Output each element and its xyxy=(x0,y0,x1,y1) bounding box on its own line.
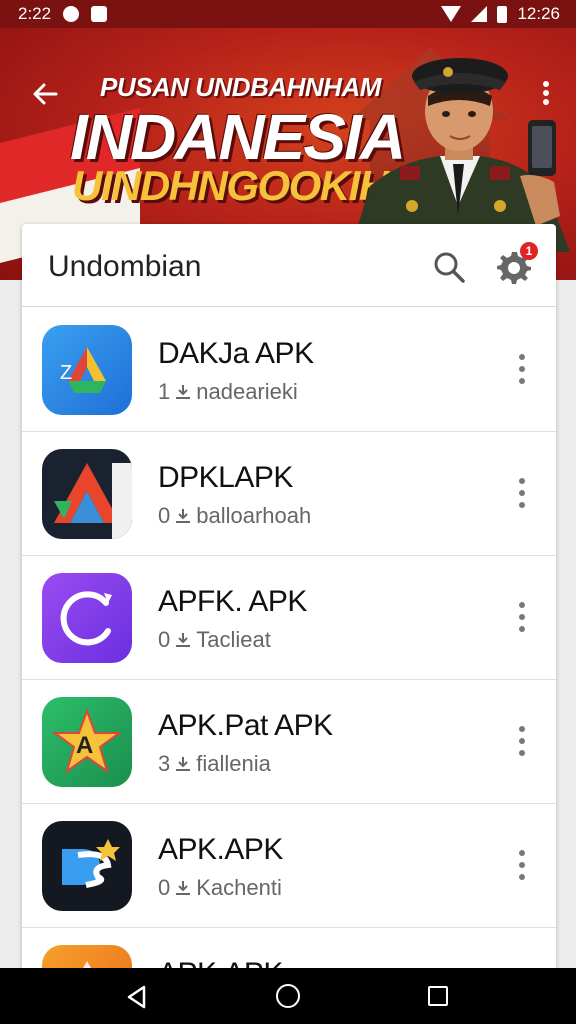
app-subtitle: 0 Taclieat xyxy=(158,627,271,653)
app-detail: Kachenti xyxy=(196,875,282,900)
nav-back-icon[interactable] xyxy=(124,984,150,1010)
card-header: Undombian 1 xyxy=(22,224,556,307)
download-icon xyxy=(176,385,191,399)
download-icon xyxy=(176,633,191,647)
app-detail: fiallenia xyxy=(196,751,271,776)
app-name: APK.APK xyxy=(158,833,283,866)
drive-style-icon: Z xyxy=(42,325,132,415)
download-count: 3 xyxy=(158,751,171,776)
image-notification-icon xyxy=(91,6,108,22)
ds-logo-icon xyxy=(42,821,132,911)
app-name: DAKJa APK xyxy=(158,337,314,370)
back-arrow-icon[interactable] xyxy=(28,76,64,112)
notification-icon xyxy=(63,6,80,22)
list-item[interactable]: DPKLAPK 0 balloarhoah xyxy=(22,431,556,556)
more-options-icon[interactable] xyxy=(538,78,554,108)
svg-text:A: A xyxy=(76,732,93,759)
app-list-card: Undombian 1 Z DAKJa APK 1 nadearieki DPK… xyxy=(22,224,556,984)
list-item[interactable]: A APK.Pat APK 3 fiallenia xyxy=(22,679,556,804)
download-icon xyxy=(176,881,191,895)
item-menu-icon[interactable] xyxy=(512,475,532,511)
nav-home-icon[interactable] xyxy=(276,984,300,1008)
list-item[interactable]: APFK. APK 0 Taclieat xyxy=(22,555,556,680)
download-icon xyxy=(176,757,191,771)
app-subtitle: 0 balloarhoah xyxy=(158,503,311,529)
download-count: 0 xyxy=(158,875,171,900)
system-nav-bar xyxy=(0,968,576,1024)
status-bar: 2:22 12:26 xyxy=(0,0,576,28)
app-name: DPKLAPK xyxy=(158,461,293,494)
item-menu-icon[interactable] xyxy=(512,351,532,387)
svg-text:Z: Z xyxy=(60,362,72,384)
purple-c-icon xyxy=(42,573,132,663)
wifi-icon xyxy=(441,6,462,22)
settings-button[interactable]: 1 xyxy=(494,242,538,286)
notification-badge: 1 xyxy=(520,242,538,260)
app-detail: Taclieat xyxy=(196,627,271,652)
app-subtitle: 1 nadearieki xyxy=(158,379,298,405)
status-time-right: 12:26 xyxy=(517,4,560,23)
signal-icon xyxy=(471,6,488,22)
app-subtitle: 3 fiallenia xyxy=(158,751,271,777)
download-count: 0 xyxy=(158,503,171,528)
download-count: 1 xyxy=(158,379,171,404)
item-menu-icon[interactable] xyxy=(512,847,532,883)
star-a-icon: A xyxy=(42,697,132,787)
app-name: APK.Pat APK xyxy=(158,709,333,742)
red-a-icon xyxy=(42,449,132,539)
download-count: 0 xyxy=(158,627,171,652)
app-subtitle: 0 Kachenti xyxy=(158,875,282,901)
search-icon[interactable] xyxy=(432,250,466,284)
item-menu-icon[interactable] xyxy=(512,599,532,635)
card-title: Undombian xyxy=(48,250,202,283)
list-item[interactable]: APK.APK 0 Kachenti xyxy=(22,803,556,928)
list-item[interactable]: Z DAKJa APK 1 nadearieki xyxy=(22,307,556,432)
status-time-left: 2:22 xyxy=(18,4,52,23)
download-icon xyxy=(176,509,191,523)
app-detail: balloarhoah xyxy=(196,503,312,528)
banner-subtitle: PUSAN UNDBAHNHAM xyxy=(100,72,381,102)
app-name: APFK. APK xyxy=(158,585,307,618)
nav-recents-icon[interactable] xyxy=(428,986,448,1006)
item-menu-icon[interactable] xyxy=(512,723,532,759)
battery-icon xyxy=(497,5,508,23)
app-detail: nadearieki xyxy=(196,379,298,404)
